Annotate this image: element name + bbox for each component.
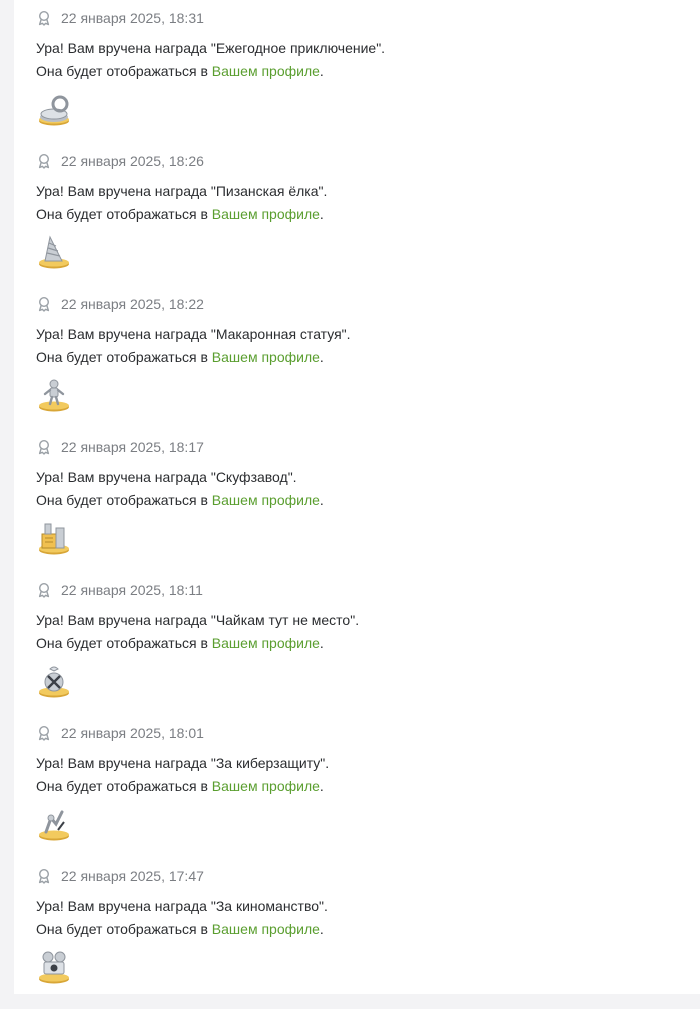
notification-meta: 22 января 2025, 18:17 xyxy=(36,437,686,457)
profile-text-suffix: . xyxy=(319,63,324,79)
award-badge-icon xyxy=(36,296,52,312)
notification-profile-line: Она будет отображаться в Вашем профиле. xyxy=(36,203,686,226)
notification-item: 22 января 2025, 18:11 Ура! Вам вручена н… xyxy=(36,580,686,723)
notification-item: 22 января 2025, 18:17 Ура! Вам вручена н… xyxy=(36,437,686,580)
notification-date: 22 января 2025, 17:47 xyxy=(61,868,204,884)
profile-text-suffix: . xyxy=(319,206,324,222)
profile-text-suffix: . xyxy=(319,778,324,794)
award-badge-icon xyxy=(36,10,52,26)
notification-message: Ура! Вам вручена награда "Ежегодное прик… xyxy=(36,40,386,56)
notification-profile-line: Она будет отображаться в Вашем профиле. xyxy=(36,346,686,369)
award-badge-icon xyxy=(36,582,52,598)
notification-profile-line: Она будет отображаться в Вашем профиле. xyxy=(36,775,686,798)
notification-item: 22 января 2025, 18:26 Ура! Вам вручена н… xyxy=(36,151,686,294)
notification-date: 22 января 2025, 18:26 xyxy=(61,153,204,169)
notification-meta: 22 января 2025, 18:11 xyxy=(36,580,686,600)
notification-item: 22 января 2025, 17:47 Ура! Вам вручена н… xyxy=(36,866,686,1009)
notification-meta: 22 января 2025, 18:31 xyxy=(36,8,686,28)
profile-text-prefix: Она будет отображаться в xyxy=(36,63,212,79)
profile-link[interactable]: Вашем профиле xyxy=(212,206,320,222)
film-camera-award-icon xyxy=(36,949,72,985)
notification-date: 22 января 2025, 18:22 xyxy=(61,296,204,312)
notification-feed: 22 января 2025, 18:31 Ура! Вам вручена н… xyxy=(36,8,686,1009)
notification-date: 22 января 2025, 18:17 xyxy=(61,439,204,455)
profile-text-suffix: . xyxy=(319,349,324,365)
award-badge-icon xyxy=(36,153,52,169)
profile-text-suffix: . xyxy=(319,492,324,508)
notification-profile-line: Она будет отображаться в Вашем профиле. xyxy=(36,60,686,83)
notification-date: 22 января 2025, 18:11 xyxy=(61,582,203,598)
profile-link[interactable]: Вашем профиле xyxy=(212,778,320,794)
notifications-panel: 22 января 2025, 18:31 Ура! Вам вручена н… xyxy=(14,0,700,994)
profile-link[interactable]: Вашем профиле xyxy=(212,492,320,508)
profile-text-suffix: . xyxy=(319,635,324,651)
tree-award-icon xyxy=(36,234,72,270)
profile-text-prefix: Она будет отображаться в xyxy=(36,492,212,508)
notification-meta: 22 января 2025, 18:01 xyxy=(36,723,686,743)
profile-text-prefix: Она будет отображаться в xyxy=(36,635,212,651)
notification-meta: 22 января 2025, 18:26 xyxy=(36,151,686,171)
profile-text-prefix: Она будет отображаться в xyxy=(36,206,212,222)
profile-text-suffix: . xyxy=(319,921,324,937)
notification-date: 22 января 2025, 18:01 xyxy=(61,725,204,741)
notification-message: Ура! Вам вручена награда "За киноманство… xyxy=(36,898,328,914)
profile-link[interactable]: Вашем профиле xyxy=(212,635,320,651)
statue-award-icon xyxy=(36,377,72,413)
notification-message: Ура! Вам вручена награда "Чайкам тут не … xyxy=(36,612,360,628)
profile-link[interactable]: Вашем профиле xyxy=(212,63,320,79)
notification-profile-line: Она будет отображаться в Вашем профиле. xyxy=(36,632,686,655)
profile-text-prefix: Она будет отображаться в xyxy=(36,921,212,937)
notification-message: Ура! Вам вручена награда "Скуфзавод". xyxy=(36,469,297,485)
notification-profile-line: Она будет отображаться в Вашем профиле. xyxy=(36,918,686,941)
award-badge-icon xyxy=(36,439,52,455)
profile-text-prefix: Она будет отображаться в xyxy=(36,349,212,365)
award-badge-icon xyxy=(36,725,52,741)
factory-award-icon xyxy=(36,520,72,556)
profile-link[interactable]: Вашем профиле xyxy=(212,921,320,937)
notification-item: 22 января 2025, 18:31 Ура! Вам вручена н… xyxy=(36,8,686,151)
profile-text-prefix: Она будет отображаться в xyxy=(36,778,212,794)
notification-date: 22 января 2025, 18:31 xyxy=(61,10,204,26)
notification-message: Ура! Вам вручена награда "За киберзащиту… xyxy=(36,755,330,771)
cyber-award-icon xyxy=(36,806,72,842)
notification-item: 22 января 2025, 18:22 Ура! Вам вручена н… xyxy=(36,294,686,437)
seagull-award-icon xyxy=(36,663,72,699)
notification-meta: 22 января 2025, 17:47 xyxy=(36,866,686,886)
notification-message: Ура! Вам вручена награда "Пизанская ёлка… xyxy=(36,183,328,199)
notification-meta: 22 января 2025, 18:22 xyxy=(36,294,686,314)
award-badge-icon xyxy=(36,868,52,884)
ring-award-icon xyxy=(36,91,72,127)
notification-profile-line: Она будет отображаться в Вашем профиле. xyxy=(36,489,686,512)
notification-message: Ура! Вам вручена награда "Макаронная ста… xyxy=(36,326,351,342)
notification-item: 22 января 2025, 18:01 Ура! Вам вручена н… xyxy=(36,723,686,866)
profile-link[interactable]: Вашем профиле xyxy=(212,349,320,365)
